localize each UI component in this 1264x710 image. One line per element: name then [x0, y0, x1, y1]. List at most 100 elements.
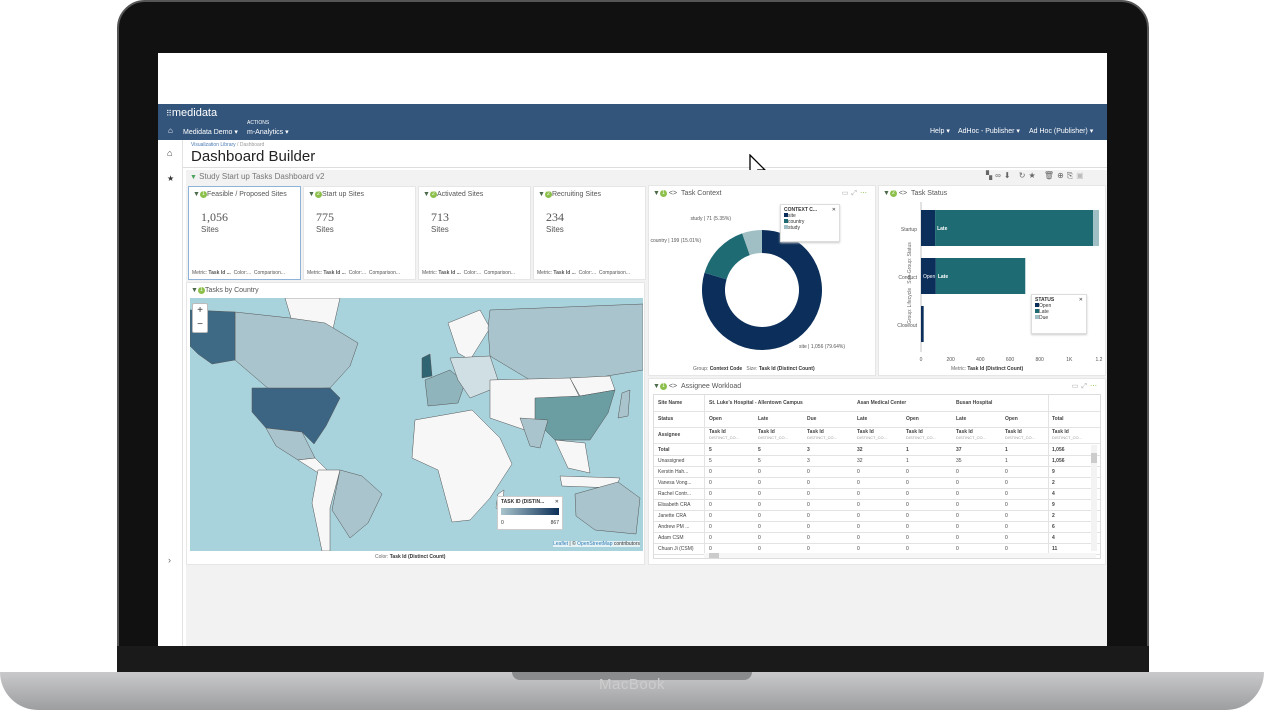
more-icon[interactable]: ⋯	[1090, 383, 1100, 390]
save-as-icon[interactable]: ⎘	[1067, 171, 1076, 180]
site-header: Busan Hospital	[956, 400, 993, 406]
row-divider	[654, 543, 1100, 544]
filter-icon[interactable]: ▼	[191, 287, 198, 294]
donut-slice-country[interactable]	[704, 233, 750, 280]
filter-icon[interactable]: ▼	[538, 191, 545, 198]
more-icon[interactable]: ⋯	[860, 190, 870, 197]
dashboard-toolbar: ▚∞⬇ ↻★ 🗑⊕⎘▣	[986, 171, 1087, 181]
code-icon[interactable]: <>	[669, 383, 677, 390]
filter-icon[interactable]: ▼	[423, 191, 430, 198]
x-tick-label: 1.2	[1096, 357, 1103, 363]
row-divider	[654, 510, 1100, 511]
close-legend-icon[interactable]: ✕	[555, 499, 559, 505]
nav-m-analytics[interactable]: m-Analytics ▾	[247, 128, 289, 136]
status-header: Due	[807, 416, 817, 422]
expand-chevron-icon[interactable]: ›	[168, 555, 171, 565]
filter-icon[interactable]: ▼	[308, 191, 315, 198]
zoom-in-button[interactable]: +	[193, 304, 207, 318]
home-icon[interactable]: ⌂	[168, 126, 173, 135]
dashboard-name: ▼ Study Start up Tasks Dashboard v2	[190, 172, 325, 181]
user-menu[interactable]: Ad Hoc (Publisher) ▾	[1029, 127, 1093, 135]
table-row-label: Janette CRA	[658, 513, 687, 519]
delete-icon[interactable]: 🗑	[1044, 171, 1057, 180]
expand-icon[interactable]: ⤢	[1081, 383, 1090, 390]
world-map[interactable]	[190, 298, 643, 551]
home-icon[interactable]: ⌂	[167, 148, 172, 158]
kpi-tile[interactable]: ▼ 1 Feasible / Proposed Sites 1,056 Sites …	[188, 186, 301, 280]
table-cell: 1	[906, 447, 909, 453]
star-icon[interactable]: ★	[167, 174, 174, 183]
adhoc-publisher-menu[interactable]: AdHoc - Publisher ▾	[958, 127, 1020, 135]
measure-header: Task Id DISTINCT_CO...	[709, 429, 740, 440]
table-cell: 0	[1005, 546, 1008, 552]
table-cell: 3	[807, 447, 810, 453]
nav-medidata-demo[interactable]: Medidata Demo ▾	[183, 128, 238, 136]
context-legend: CONTEXT C... ✕ site country study	[780, 204, 840, 242]
bar-open[interactable]	[921, 306, 924, 342]
add-icon[interactable]: ⊕	[1057, 171, 1067, 180]
table-cell: 0	[807, 469, 810, 475]
close-legend-icon[interactable]: ✕	[832, 207, 836, 213]
filter-icon[interactable]: ▼	[883, 190, 890, 197]
table-cell: 0	[758, 491, 761, 497]
link-icon[interactable]: ∞	[995, 171, 1004, 180]
status-legend: STATUS ✕ Open Late Due	[1031, 294, 1087, 334]
table-cell: 0	[906, 502, 909, 508]
save-icon[interactable]: ▭	[842, 190, 852, 197]
bar-late[interactable]	[935, 258, 1026, 294]
filter-icon[interactable]: ▼	[193, 191, 200, 198]
bar-due[interactable]	[1093, 210, 1099, 246]
filter-icon[interactable]: ▼	[653, 383, 660, 390]
table-cell: 5	[709, 447, 712, 453]
kpi-tile[interactable]: ▼ 2 Start up Sites 775 Sites Metric: Task …	[303, 186, 416, 280]
save-icon[interactable]: ▭	[1072, 383, 1082, 390]
download-icon[interactable]: ⬇	[1004, 171, 1014, 180]
status-bar-chart: Startup LateConduct Open LateCloseout0 200 40…	[897, 202, 1103, 363]
osm-link[interactable]: OpenStreetMap	[577, 541, 612, 547]
table-row-label: Unassigned	[658, 458, 685, 464]
task-status-panel: ▼ 2 <> Task Status Group: Lifecycle Sub-G…	[878, 185, 1106, 376]
row-divider	[654, 477, 1100, 478]
layout-icon[interactable]: ▚	[986, 171, 995, 180]
code-icon[interactable]: <>	[669, 190, 677, 197]
expand-icon[interactable]: ⤢	[851, 190, 860, 197]
left-sidebar: ⌂ ★ ›	[158, 140, 183, 646]
kpi-title: ▼ 2 Start up Sites	[308, 191, 364, 198]
measure-header: Task Id DISTINCT_CO...	[1005, 429, 1036, 440]
table-cell: 0	[709, 502, 712, 508]
kpi-tile[interactable]: ▼ 2 Activated Sites 713 Sites Metric: Task…	[418, 186, 531, 280]
kpi-footer: Metric: Task Id ... Color:... Comparison…	[192, 270, 286, 276]
map-legend: TASK ID (DISTIN... ✕ 0 867	[497, 496, 563, 530]
legend-item[interactable]: study	[784, 225, 836, 231]
status-header: Late	[857, 416, 868, 422]
table-cell: 1,056	[1052, 458, 1065, 464]
bar-open[interactable]	[921, 210, 936, 246]
row-divider	[654, 521, 1100, 522]
table-cell: 0	[709, 491, 712, 497]
help-menu[interactable]: Help ▾	[930, 127, 950, 135]
table-row-label: Total	[658, 447, 670, 453]
measure-header: Task Id DISTINCT_CO...	[906, 429, 937, 440]
filter-icon[interactable]: ▼	[190, 174, 197, 181]
pivot-table: Site Name Status Assignee St. Luke's Hospit…	[653, 394, 1101, 559]
horizontal-scrollbar[interactable]	[704, 553, 1096, 558]
favorite-star-icon[interactable]: ★	[1029, 171, 1039, 180]
table-cell: 0	[857, 524, 860, 530]
table-cell: 0	[956, 502, 959, 508]
table-cell: 5	[758, 458, 761, 464]
table-cell: 0	[1005, 535, 1008, 541]
site-header: Asan Medical Center	[857, 400, 907, 406]
vertical-scrollbar[interactable]	[1091, 445, 1097, 551]
bar-late[interactable]	[935, 210, 1094, 246]
leaflet-link[interactable]: Leaflet	[553, 541, 568, 547]
filter-icon[interactable]: ▼	[653, 190, 660, 197]
kpi-tile[interactable]: ▼ 2 Recruiting Sites 234 Sites Metric: Tas…	[533, 186, 646, 280]
code-icon[interactable]: <>	[899, 190, 907, 197]
save-icon[interactable]: ▣	[1076, 171, 1087, 180]
zoom-out-button[interactable]: −	[193, 318, 207, 332]
legend-item[interactable]: Due	[1035, 315, 1083, 321]
close-legend-icon[interactable]: ✕	[1079, 297, 1083, 303]
refresh-icon[interactable]: ↻	[1019, 171, 1029, 180]
table-cell: 3	[807, 458, 810, 464]
table-row-label: Andrew PM ...	[658, 524, 690, 530]
